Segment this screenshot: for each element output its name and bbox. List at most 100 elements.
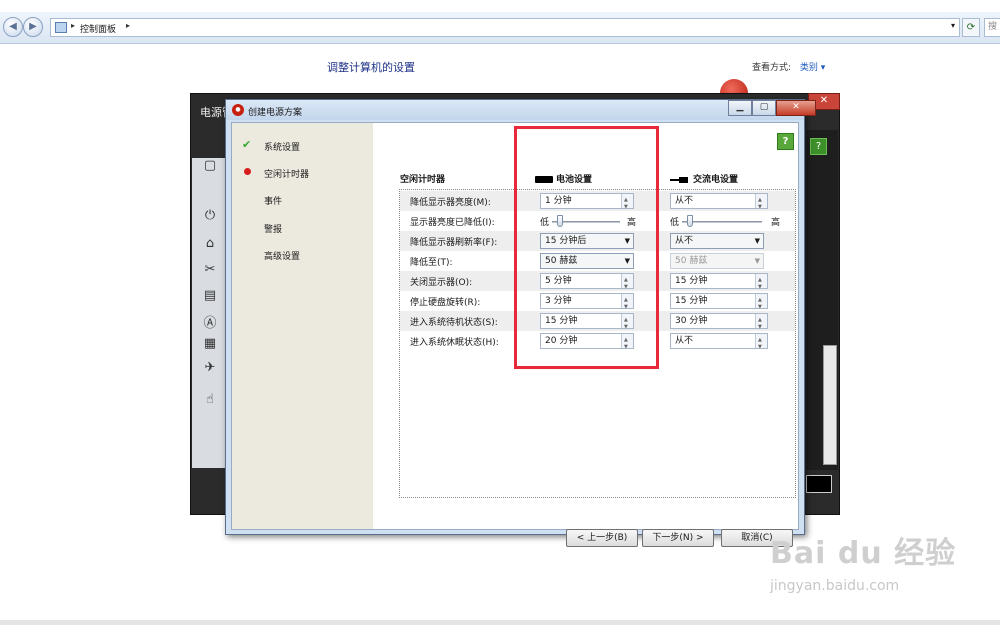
close-icon[interactable]: ✕ [776, 100, 816, 116]
stepper-arrows-icon[interactable] [755, 333, 767, 354]
app-logo-icon: ● [232, 104, 244, 116]
view-by: 查看方式: 类别 ▾ [752, 60, 825, 73]
battery-refresh-select[interactable]: 15 分钟后 ▼ [540, 233, 634, 249]
stepper-value: 3 分钟 [545, 296, 572, 306]
next-button[interactable]: 下一步(N) > [642, 529, 714, 547]
view-by-value[interactable]: 类别 [800, 63, 818, 73]
chevron-down-icon[interactable]: ▾ [951, 21, 955, 30]
stepper-arrows-icon[interactable] [621, 273, 633, 294]
chevron-down-icon[interactable]: ▼ [755, 234, 760, 248]
refresh-icon[interactable]: ⟳ [962, 18, 980, 37]
stepper-value: 5 分钟 [545, 276, 572, 286]
view-by-label: 查看方式: [752, 63, 792, 73]
drive-icon[interactable]: ▤ [197, 288, 223, 308]
forward-icon[interactable]: ▶ [23, 17, 43, 37]
screen: { "explorer": { "breadcrumb": "控制面板", "s… [0, 0, 1000, 625]
create-power-plan-dialog: ● 创建电源方案 ▁ ▢ ✕ ✔ 系统设置 空闲计时器 事件 警报 高级设置 ?… [225, 99, 816, 547]
minimize-icon[interactable]: ▁ [728, 100, 752, 116]
stepper-arrows-icon[interactable] [755, 193, 767, 214]
dialog-body: ✔ 系统设置 空闲计时器 事件 警报 高级设置 ? 空闲计时器 电池设置 交流电… [231, 122, 799, 547]
select-value: 50 赫兹 [675, 256, 708, 266]
slider-track[interactable] [682, 221, 762, 223]
breadcrumb-control-panel[interactable]: 控制面板 [80, 22, 116, 35]
table-row: 降低显示器刷新率(F): 15 分钟后 ▼ 从不 ▼ [400, 231, 795, 251]
background-scrollbar[interactable] [823, 345, 837, 465]
address-bar[interactable]: ▸ 控制面板 ▸ ▾ [50, 18, 960, 37]
row-label: 降低显示器亮度(M): [410, 198, 491, 208]
baidu-watermark: Bai du 经验 jingyan.baidu.com [760, 528, 960, 608]
ac-standby-stepper[interactable]: 30 分钟 [670, 313, 768, 334]
chevron-down-icon[interactable]: ▼ [625, 254, 630, 268]
power-icon[interactable]: ⏻ [197, 208, 223, 228]
slider-thumb[interactable] [687, 215, 693, 227]
row-label: 降低显示器刷新率(F): [410, 238, 498, 248]
battery-hibernate-stepper[interactable]: 20 分钟 [540, 333, 634, 354]
explorer-toolbar: ◀ ▶ ▸ 控制面板 ▸ ▾ ⟳ 搜 [0, 12, 1000, 44]
slider-low-label: 低 [540, 218, 550, 228]
taskbar-edge [0, 620, 1000, 625]
select-value: 50 赫兹 [545, 256, 578, 266]
ac-brightness-slider[interactable]: 低 高 [670, 213, 780, 229]
stepper-arrows-icon[interactable] [755, 293, 767, 314]
dialog-titlebar[interactable]: ● 创建电源方案 ▁ ▢ ✕ [226, 100, 816, 120]
view-by-dropdown[interactable]: 类别 ▾ [800, 63, 825, 73]
stepper-value: 15 分钟 [675, 276, 708, 286]
search-input[interactable]: 搜 [984, 18, 1000, 37]
back-icon[interactable]: ◀ [3, 17, 23, 37]
ac-hdd-stepper[interactable]: 15 分钟 [670, 293, 768, 314]
battery-brightness-slider[interactable]: 低 高 [540, 213, 636, 229]
battery-standby-stepper[interactable]: 15 分钟 [540, 313, 634, 334]
battery-icon [535, 176, 553, 183]
alarm-icon[interactable]: Ⓐ [197, 312, 223, 332]
nav-item-events[interactable]: 事件 [264, 194, 282, 207]
nav-item-advanced[interactable]: 高级设置 [264, 249, 300, 262]
slider-thumb[interactable] [557, 215, 563, 227]
stepper-arrows-icon[interactable] [621, 293, 633, 314]
settings-table: 降低显示器亮度(M): 1 分钟 从不 显示器亮度已降低(I): 低 高 低 高 [399, 189, 796, 498]
hand-icon[interactable]: ☝ [197, 392, 223, 412]
home-icon[interactable]: ⌂ [197, 236, 223, 256]
stepper-arrows-icon[interactable] [621, 193, 633, 214]
battery-header-label: 电池设置 [556, 175, 593, 185]
help-icon[interactable]: ? [777, 133, 794, 150]
table-row: 显示器亮度已降低(I): 低 高 低 高 [400, 211, 795, 231]
dialog-title: 创建电源方案 [248, 108, 303, 118]
nav-item-system-settings[interactable]: 系统设置 [264, 140, 300, 153]
ac-reduce-to-select: 50 赫兹 ▼ [670, 253, 764, 269]
row-label: 进入系统休眠状态(H): [410, 338, 499, 348]
battery-hdd-stepper[interactable]: 3 分钟 [540, 293, 634, 314]
stepper-arrows-icon[interactable] [755, 313, 767, 334]
chevron-right-icon: ▸ [71, 21, 76, 30]
ac-dim-display-stepper[interactable]: 从不 [670, 193, 768, 214]
table-row: 进入系统待机状态(S): 15 分钟 30 分钟 [400, 311, 795, 334]
stepper-value: 15 分钟 [675, 296, 708, 306]
tools-icon[interactable]: ✂ [197, 262, 223, 282]
film-icon[interactable]: ▦ [197, 336, 223, 356]
select-value: 15 分钟后 [545, 236, 587, 246]
maximize-icon[interactable]: ▢ [752, 100, 776, 116]
current-step-dot-icon [244, 168, 251, 175]
stepper-arrows-icon[interactable] [621, 333, 633, 354]
slider-low-label: 低 [670, 218, 680, 228]
watermark-url: jingyan.baidu.com [770, 578, 900, 594]
stepper-value: 从不 [675, 196, 694, 206]
table-row: 降低显示器亮度(M): 1 分钟 从不 [400, 191, 795, 214]
stepper-arrows-icon[interactable] [755, 273, 767, 294]
nav-item-alarms[interactable]: 警报 [264, 222, 282, 235]
background-help-icon[interactable]: ? [810, 138, 827, 155]
airplane-icon[interactable]: ✈ [197, 360, 223, 380]
ac-turn-off-display-stepper[interactable]: 15 分钟 [670, 273, 768, 294]
battery-turn-off-display-stepper[interactable]: 5 分钟 [540, 273, 634, 294]
document-icon[interactable]: ▢ [197, 158, 223, 178]
ac-hibernate-stepper[interactable]: 从不 [670, 333, 768, 354]
row-label: 进入系统待机状态(S): [410, 318, 498, 328]
nav-item-idle-timer[interactable]: 空闲计时器 [264, 167, 309, 180]
stepper-arrows-icon[interactable] [621, 313, 633, 334]
ac-header-label: 交流电设置 [693, 175, 739, 185]
ac-refresh-select[interactable]: 从不 ▼ [670, 233, 764, 249]
back-button[interactable]: < 上一步(B) [566, 529, 638, 547]
battery-dim-display-stepper[interactable]: 1 分钟 [540, 193, 634, 214]
chevron-down-icon[interactable]: ▼ [625, 234, 630, 248]
battery-reduce-to-select[interactable]: 50 赫兹 ▼ [540, 253, 634, 269]
row-label: 停止硬盘旋转(R): [410, 298, 481, 308]
